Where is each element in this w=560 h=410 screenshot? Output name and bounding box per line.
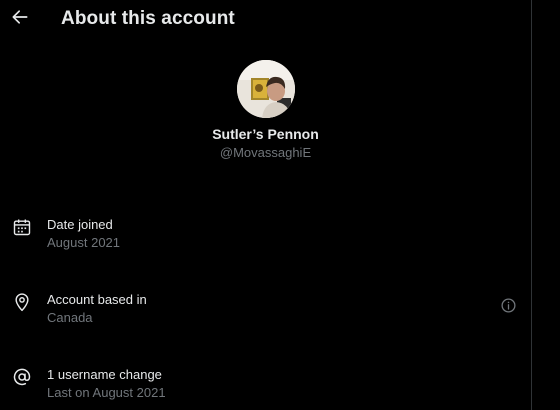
arrow-left-icon (10, 7, 30, 32)
profile-summary: Sutler’s Pennon @MovassaghiE (0, 60, 531, 162)
column-divider (531, 0, 532, 410)
avatar[interactable] (236, 60, 295, 118)
info-label: Date joined (47, 217, 113, 232)
location-pin-icon (11, 291, 33, 313)
info-row-account-location: Account based in Canada (0, 291, 531, 335)
info-text: Account based in Canada (47, 291, 147, 327)
page-header: About this account (0, 0, 531, 40)
info-value: Last on August 2021 (47, 385, 166, 400)
at-sign-icon (11, 366, 33, 388)
back-button[interactable] (4, 3, 36, 35)
info-text: Date joined August 2021 (47, 216, 120, 252)
info-value: August 2021 (47, 235, 121, 250)
info-row-date-joined: Date joined August 2021 (0, 216, 531, 260)
calendar-icon (11, 216, 33, 238)
info-value: Canada (47, 310, 93, 325)
info-label: Account based in (47, 292, 147, 307)
info-text: 1 username change Last on August 2021 (47, 366, 166, 402)
location-info-button[interactable] (499, 297, 517, 319)
info-circle-icon (500, 297, 517, 319)
info-label: 1 username change (47, 367, 162, 382)
user-handle: @MovassaghiE (219, 145, 312, 160)
page-title: About this account (61, 8, 235, 29)
display-name: Sutler’s Pennon (212, 126, 319, 142)
info-row-username-changes: 1 username change Last on August 2021 (0, 366, 531, 410)
